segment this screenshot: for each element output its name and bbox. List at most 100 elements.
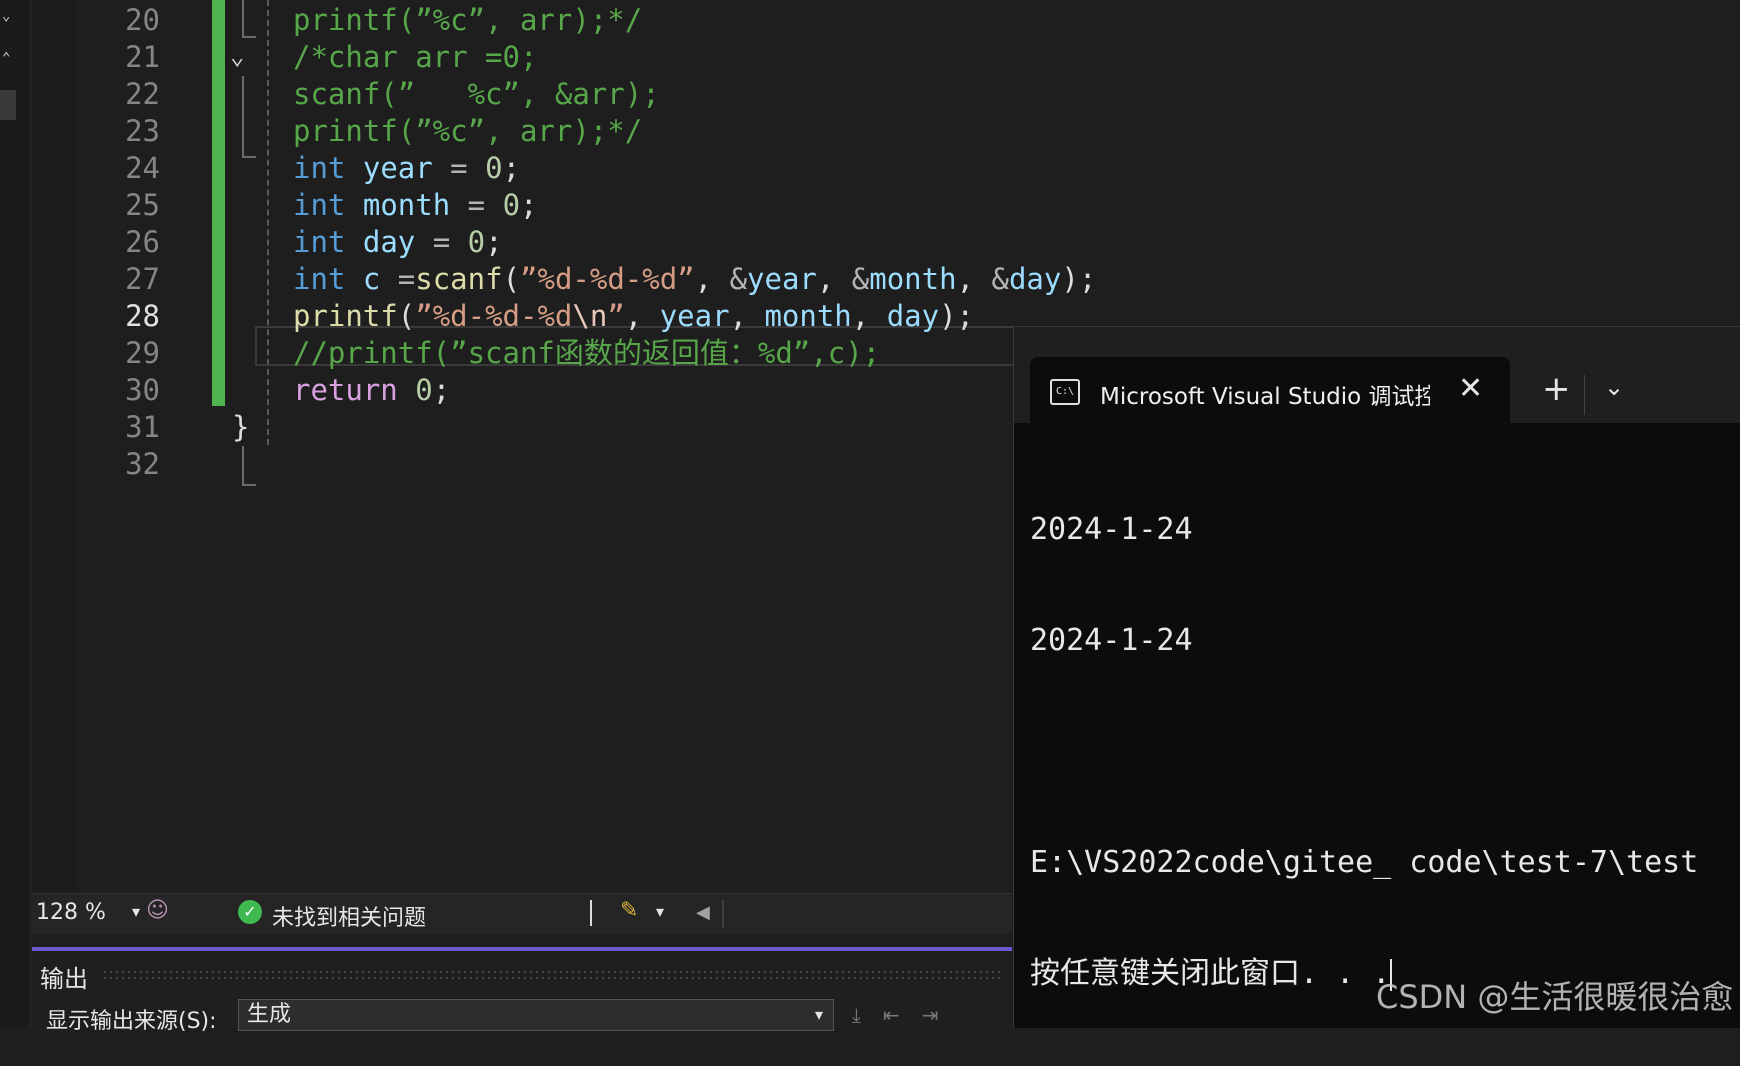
code-line[interactable]: 23 printf(”%c”, arr);*/ — [0, 111, 1700, 152]
terminal-line: 2024-1-24 — [1030, 623, 1193, 658]
output-source-label: 显示输出来源(S): — [46, 1009, 217, 1034]
code-text: //printf(”scanf函数的返回值：%d”,c); — [293, 333, 880, 374]
code-token: ; — [520, 188, 538, 222]
code-cleanup-dropdown-icon[interactable]: ▾ — [656, 902, 664, 921]
code-token: = — [450, 188, 503, 222]
line-number: 20 — [125, 3, 160, 37]
code-token: = — [432, 151, 486, 185]
code-token: \n — [572, 299, 608, 333]
code-text: int month = 0; — [293, 185, 538, 226]
output-source-value: 生成 — [247, 1002, 292, 1027]
code-token: ; — [485, 225, 503, 259]
tab-dropdown-icon[interactable]: ⌄ — [1604, 373, 1624, 401]
output-title: 输出 — [40, 965, 88, 993]
code-text: /*char arr =0; — [293, 37, 537, 78]
scroll-divider — [722, 900, 724, 928]
terminal-tab-title: Microsoft Visual Studio 调试控制台 — [1100, 384, 1430, 410]
code-token: 0 — [415, 373, 433, 407]
copilot-icon[interactable]: ☺ — [146, 898, 169, 923]
terminal-titlebar: C:\ Microsoft Visual Studio 调试控制台 ✕ + ⌄ — [1014, 327, 1740, 423]
code-token: , — [851, 299, 887, 333]
issues-status[interactable]: 未找到相关问题 — [272, 900, 426, 932]
code-text: int day = 0; — [293, 222, 503, 263]
code-token: month — [869, 262, 957, 296]
editor-statusbar: 128 % ▾ ☺ ✓ 未找到相关问题 ✎ ▾ ◀ — [32, 893, 1012, 934]
zoom-dropdown-icon[interactable]: ▾ — [132, 902, 140, 921]
code-line[interactable]: 27 int c =scanf(”%d-%d-%d”, &year, &month… — [0, 259, 1700, 300]
code-text: printf(”%d-%d-%d\n”, year, month, day); — [293, 296, 974, 337]
code-text: return 0; — [293, 370, 450, 411]
code-token: 0 — [467, 225, 486, 259]
code-token: , — [816, 262, 852, 296]
console-icon: C:\ — [1050, 379, 1080, 405]
code-token: year — [362, 151, 433, 185]
line-number: 23 — [125, 114, 160, 148]
code-token: year — [659, 299, 730, 333]
close-tab-icon[interactable]: ✕ — [1458, 371, 1483, 406]
code-line[interactable]: 24 int year = 0; — [0, 148, 1700, 189]
line-number: 29 — [125, 336, 160, 370]
line-number: 25 — [125, 188, 160, 222]
check-circle-icon: ✓ — [238, 900, 262, 924]
code-line[interactable]: 26 int day = 0; — [0, 222, 1700, 263]
code-token: } — [232, 410, 250, 444]
new-tab-icon[interactable]: + — [1542, 369, 1571, 409]
output-source-select[interactable]: 生成 ▾ — [238, 999, 834, 1031]
code-text: } — [232, 407, 249, 448]
code-token: ( — [397, 299, 416, 333]
code-token: & — [729, 262, 748, 296]
code-token: scanf — [415, 262, 503, 296]
code-token: month — [362, 188, 451, 222]
code-token: scanf(” %c”, &arr); — [293, 77, 660, 111]
line-number: 28 — [125, 299, 160, 333]
code-token: printf(”%c”, arr);*/ — [293, 3, 643, 37]
code-token: & — [991, 262, 1009, 296]
code-token: day — [362, 225, 416, 259]
code-token: 0 — [502, 188, 521, 222]
code-token: , — [956, 262, 992, 296]
terminal-line: 按任意键关闭此窗口. . . — [1030, 956, 1391, 991]
code-token: , — [694, 262, 730, 296]
code-cleanup-icon[interactable]: ✎ — [620, 898, 638, 923]
watermark: CSDN @生活很暖很治愈 — [1376, 978, 1734, 1016]
code-text: printf(”%c”, arr);*/ — [293, 111, 642, 152]
code-token: ); — [939, 299, 974, 333]
line-number: 32 — [125, 447, 160, 481]
code-token: year — [747, 262, 817, 296]
output-toolbar-buttons[interactable]: ⤓⇤⇥ — [852, 1003, 960, 1027]
line-number: 22 — [125, 77, 160, 111]
terminal-line: 2024-1-24 — [1030, 512, 1193, 547]
code-token: ; — [432, 373, 451, 407]
code-token: ( — [502, 262, 521, 296]
code-token: ”%d-%d-%d” — [520, 262, 695, 296]
code-token: c — [362, 262, 381, 296]
code-token: int — [293, 225, 346, 259]
code-token: int — [293, 262, 346, 296]
code-token: & — [851, 262, 870, 296]
code-token: printf — [293, 299, 398, 333]
code-token: return — [293, 373, 398, 407]
code-token: ”%d-%d-%d — [415, 299, 573, 333]
code-line[interactable]: 25 int month = 0; — [0, 185, 1700, 226]
code-token: int — [293, 188, 346, 222]
code-token: , — [729, 299, 765, 333]
code-line[interactable]: 20 printf(”%c”, arr);*/ — [0, 0, 1700, 41]
code-token: month — [764, 299, 852, 333]
code-line[interactable]: 22 scanf(” %c”, &arr); — [0, 74, 1700, 115]
debug-console-window[interactable]: C:\ Microsoft Visual Studio 调试控制台 ✕ + ⌄ … — [1013, 326, 1740, 1028]
panel-grip[interactable] — [102, 969, 1002, 979]
scroll-left-icon[interactable]: ◀ — [696, 902, 710, 923]
line-number: 27 — [125, 262, 160, 296]
line-number: 21 — [125, 40, 160, 74]
code-token: ; — [502, 151, 521, 185]
zoom-level[interactable]: 128 % — [36, 900, 106, 925]
code-token: ); — [1061, 262, 1097, 296]
code-token: //printf(”scanf函数的返回值：%d”,c); — [293, 336, 881, 370]
code-line[interactable]: 21 /*char arr =0; — [0, 37, 1700, 78]
chevron-down-icon: ▾ — [814, 1005, 823, 1024]
